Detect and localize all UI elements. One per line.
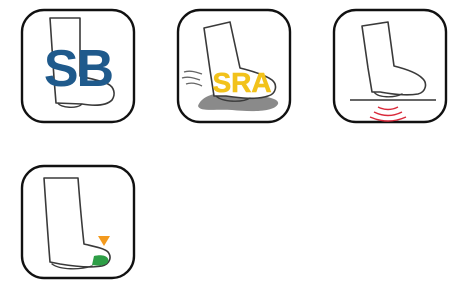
toe-cap-boot-icon	[20, 164, 136, 280]
sb-safety-badge: SB	[20, 8, 136, 124]
toe-cap-safety-badge	[20, 164, 136, 280]
sb-boot-icon: SB	[20, 8, 136, 124]
antistatic-safety-badge	[332, 8, 448, 124]
sb-label: SB	[44, 40, 113, 98]
sra-safety-badge: SRA	[176, 8, 292, 124]
antistatic-boot-icon	[332, 8, 448, 124]
sra-slip-resistance-icon: SRA	[176, 8, 292, 124]
green-toe-cap-icon	[92, 255, 109, 266]
sra-label: SRA	[212, 67, 271, 98]
